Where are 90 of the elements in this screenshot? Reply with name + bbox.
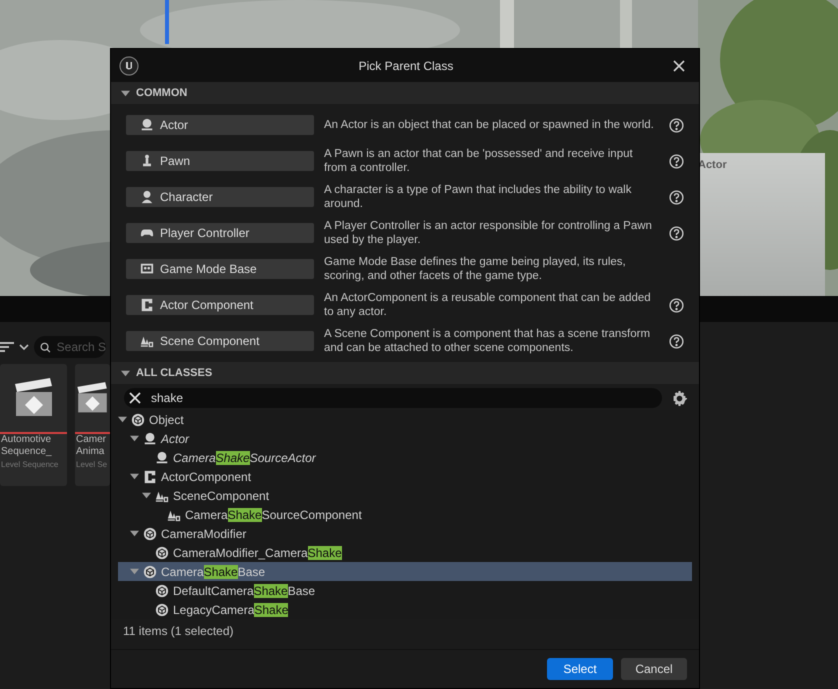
class-name: ActorComponent: [161, 470, 252, 484]
search-placeholder: Search S: [56, 340, 106, 354]
status-text: 11 items (1 selected): [122, 623, 234, 640]
tree-row[interactable]: CameraModifier_CameraShake: [118, 543, 692, 562]
class-name: CameraModifier_CameraShake: [173, 546, 342, 560]
help-icon[interactable]: [669, 226, 684, 240]
cube-icon: [143, 526, 157, 540]
class-name: LegacyCameraShake: [173, 602, 288, 616]
class-button[interactable]: Actor: [126, 115, 314, 135]
caret-icon[interactable]: [130, 529, 139, 538]
class-name: DefaultCameraShakeBase: [173, 584, 316, 598]
caret-icon[interactable]: [118, 415, 127, 424]
class-name: CameraShakeSourceActor: [173, 450, 316, 464]
asset-name: Anima: [75, 446, 104, 458]
primary-button[interactable]: Select: [547, 658, 613, 680]
close-button[interactable]: [673, 60, 685, 72]
help-icon[interactable]: [669, 118, 684, 132]
person-icon: [140, 190, 154, 204]
asset-name: Camer: [75, 434, 106, 446]
pawn-icon: [140, 154, 154, 168]
help-icon[interactable]: [669, 334, 684, 348]
asset-name: Sequence_: [0, 446, 52, 458]
search-field[interactable]: shake: [124, 388, 662, 408]
settings-icon[interactable]: [672, 390, 687, 406]
asset-type: Level Se: [75, 460, 108, 469]
secondary-button[interactable]: Cancel: [621, 658, 687, 680]
caret-icon[interactable]: [121, 88, 130, 98]
tree-row[interactable]: CameraShakeSourceComponent: [118, 505, 692, 524]
tree-row[interactable]: CameraModifier: [118, 524, 692, 543]
cube-icon: [143, 564, 157, 578]
sphere-icon: [155, 450, 169, 464]
asset-name: Automotive: [0, 434, 52, 446]
caret-icon[interactable]: [142, 491, 151, 500]
clear-icon[interactable]: [129, 392, 141, 404]
tree-row[interactable]: CameraShakeSourceActor: [118, 448, 692, 467]
cube-icon: [131, 412, 145, 426]
thumbnail-label: Actor: [698, 159, 727, 171]
class-description: A Player Controller is an actor responsible for controlling a Pawn used by the player.: [324, 219, 653, 247]
help-icon[interactable]: [669, 298, 684, 312]
class-description: An Actor is an object that can be placed or spawned in the world.: [324, 118, 654, 132]
cube-icon: [155, 546, 169, 560]
class-name: CameraShakeSourceComponent: [185, 508, 362, 522]
tree-row[interactable]: LegacyCameraShake: [118, 600, 692, 619]
section-header[interactable]: COMMON: [111, 82, 699, 104]
asset-tile[interactable]: Camer Anima Level Se: [75, 364, 110, 486]
tree-row[interactable]: Object: [118, 410, 692, 429]
search-icon: [40, 340, 51, 354]
caret-icon[interactable]: [121, 368, 130, 378]
class-button[interactable]: Scene Component: [126, 331, 314, 351]
caret-icon[interactable]: [130, 472, 139, 481]
class-name: Actor: [161, 432, 190, 446]
section-title: COMMON: [136, 87, 188, 99]
frame-icon: [140, 262, 154, 276]
search-input[interactable]: shake: [151, 391, 662, 405]
sphere-icon: [143, 432, 157, 446]
tree-row[interactable]: Actor: [118, 429, 692, 448]
class-button[interactable]: Pawn: [126, 151, 314, 171]
class-button[interactable]: Game Mode Base: [126, 259, 314, 279]
class-name: SceneComponent: [173, 488, 270, 502]
class-name: Object: [149, 412, 184, 426]
help-icon[interactable]: [669, 190, 684, 204]
dialog-title: Pick Parent Class: [358, 58, 454, 72]
filter-icon[interactable]: [0, 341, 14, 353]
tree-row[interactable]: DefaultCameraShakeBase: [118, 581, 692, 600]
bracket-icon: [140, 298, 154, 312]
class-description: An ActorComponent is a reusable component that can be added to any actor.: [324, 291, 652, 319]
asset-tile[interactable]: Automotive Sequence_ Level Sequence: [0, 364, 67, 486]
logo-icon: [119, 56, 139, 76]
class-description: A Pawn is an actor that can be 'possessed' and receive input from a controller.: [324, 147, 634, 175]
asset-type: Level Sequence: [0, 460, 58, 469]
caret-icon[interactable]: [130, 434, 139, 443]
class-description: Game Mode Base defines the game being played, its rules, scoring, and other facets of the game type.: [324, 255, 627, 283]
cube-icon: [155, 602, 169, 616]
sphere-icon: [140, 118, 154, 132]
class-button[interactable]: Player Controller: [126, 223, 314, 243]
class-description: A Scene Component is a component that has a scene transform and can be attached to other scene components.: [324, 327, 652, 355]
help-icon[interactable]: [669, 154, 684, 168]
class-description: A character is a type of Pawn that includes the ability to walk around.: [324, 183, 632, 211]
bracket-icon: [143, 470, 157, 484]
class-button[interactable]: Character: [126, 187, 314, 207]
section-header[interactable]: ALL CLASSES: [111, 362, 699, 384]
tree-row[interactable]: SceneComponent: [118, 486, 692, 505]
caret-icon[interactable]: [130, 567, 139, 576]
tree-row[interactable]: ActorComponent: [118, 467, 692, 486]
cube-icon: [155, 584, 169, 598]
section-title: ALL CLASSES: [136, 367, 212, 379]
class-name: CameraModifier: [161, 526, 246, 540]
class-button[interactable]: Actor Component: [126, 295, 314, 315]
tree-row[interactable]: CameraShakeBase: [118, 562, 692, 581]
class-name: CameraShakeBase: [161, 564, 266, 578]
